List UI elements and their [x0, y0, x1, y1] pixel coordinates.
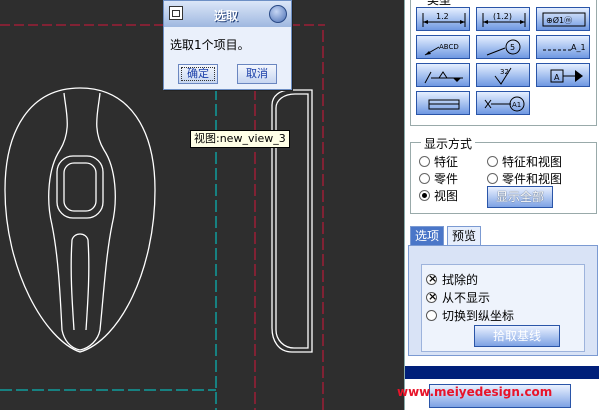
ok-button[interactable]: 确定 [178, 64, 218, 84]
svg-text:A1: A1 [512, 101, 521, 109]
datum-feature-icon: A [550, 69, 583, 83]
show-all-button[interactable]: 显示全部 [487, 186, 553, 208]
geometric-tolerance-icon: ⊕Ø1ⓜ [542, 12, 586, 27]
datum-target-icon: A1 [484, 96, 525, 112]
view-tooltip: 视图:new_view_3 [190, 130, 290, 148]
ordinate-dimension-button[interactable]: 1.2 [416, 7, 470, 31]
svg-text:ABCD: ABCD [439, 43, 459, 51]
option-never-shown[interactable]: 从不显示 [426, 289, 490, 306]
svg-text:1.2: 1.2 [436, 12, 449, 21]
front-view-geometry [4, 87, 156, 353]
option-erased-label: 拭除的 [442, 273, 479, 287]
close-icon[interactable] [269, 5, 287, 23]
ordinate-dimension-icon: 1.2 [422, 12, 466, 27]
reference-dimension-icon: (1.2) [482, 12, 526, 27]
radio-view-label: 视图 [434, 189, 459, 203]
show-annotations-panel: 类型 1.2 (1.2) ⊕Ø1ⓜ ABCD 5 A_1 32 A A1 显示方… [397, 0, 599, 410]
display-mode-title: 显示方式 [421, 135, 476, 152]
dialog-window-icon [169, 6, 183, 20]
datum-feature-button[interactable]: A [536, 63, 590, 87]
cancel-button[interactable]: 取消 [237, 64, 277, 84]
cosmetic-feature-button[interactable] [416, 91, 470, 115]
surface-finish-icon: 32 [494, 67, 512, 85]
datum-axis-icon: A_1 [543, 43, 586, 52]
radio-feature-and-view-indicator[interactable] [487, 156, 498, 167]
option-erased-check[interactable] [426, 272, 437, 285]
svg-text:A_1: A_1 [571, 43, 586, 52]
svg-text:5: 5 [510, 43, 515, 52]
radio-feature-indicator[interactable] [419, 156, 430, 167]
option-switch-ordinate-label: 切换到纵坐标 [442, 309, 515, 323]
radio-part-and-view-label: 零件和视图 [502, 172, 563, 186]
radio-part-and-view[interactable]: 零件和视图 [487, 170, 562, 187]
pick-baseline-button[interactable]: 拾取基线 [474, 325, 560, 347]
radio-part-and-view-indicator[interactable] [487, 173, 498, 184]
type-group: 类型 1.2 (1.2) ⊕Ø1ⓜ ABCD 5 A_1 32 A A1 [410, 0, 597, 126]
radio-part-label: 零件 [434, 172, 459, 186]
reference-dimension-button[interactable]: (1.2) [476, 7, 530, 31]
dialog-message: 选取1个项目。 [170, 38, 250, 52]
balloon-icon: 5 [486, 39, 521, 56]
radio-feature-and-view[interactable]: 特征和视图 [487, 153, 562, 170]
datum-axis-button[interactable]: A_1 [536, 35, 590, 59]
svg-text:(1.2): (1.2) [493, 12, 512, 21]
radio-view[interactable]: 视图 [419, 187, 458, 204]
radio-part[interactable]: 零件 [419, 170, 458, 187]
options-tab-content: 拭除的 从不显示 切换到纵坐标 拾取基线 [408, 245, 598, 356]
dialog-title: 选取 [214, 9, 239, 23]
option-never-shown-label: 从不显示 [442, 291, 491, 305]
select-dialog[interactable]: 选取 选取1个项目。 确定 取消 [163, 0, 292, 90]
status-bar [405, 366, 599, 379]
note-leader-icon: ABCD [424, 43, 459, 56]
option-never-shown-check[interactable] [426, 290, 437, 303]
cosmetic-feature-icon [428, 99, 460, 110]
radio-part-indicator[interactable] [419, 173, 430, 184]
tab-preview[interactable]: 预览 [447, 226, 482, 246]
radio-view-indicator[interactable] [419, 190, 430, 201]
svg-text:32: 32 [500, 68, 509, 76]
surface-finish-button[interactable]: 32 [476, 63, 530, 87]
weld-symbol-button[interactable] [416, 63, 470, 87]
note-leader-button[interactable]: ABCD [416, 35, 470, 59]
options-tabs: 选项 预览 拭除的 从不显示 切换到纵坐标 拾取基线 [408, 226, 598, 356]
geometric-tolerance-button[interactable]: ⊕Ø1ⓜ [536, 7, 590, 31]
radio-feature[interactable]: 特征 [419, 153, 458, 170]
option-erased[interactable]: 拭除的 [426, 271, 478, 288]
watermark-text: www.meiyedesign.com [397, 385, 553, 399]
datum-target-button[interactable]: A1 [476, 91, 530, 115]
display-mode-group: 显示方式 特征 特征和视图 零件 零件和视图 视图 显示全部 [410, 135, 597, 214]
radio-feature-label: 特征 [434, 155, 459, 169]
dialog-title-bar[interactable]: 选取 [164, 1, 291, 27]
balloon-button[interactable]: 5 [476, 35, 530, 59]
radio-feature-and-view-label: 特征和视图 [502, 155, 563, 169]
options-box: 拭除的 从不显示 切换到纵坐标 拾取基线 [421, 264, 585, 352]
svg-text:⊕Ø1ⓜ: ⊕Ø1ⓜ [546, 15, 572, 25]
option-switch-ordinate[interactable]: 切换到纵坐标 [426, 307, 514, 324]
tab-options[interactable]: 选项 [410, 226, 445, 246]
weld-icon [424, 71, 463, 84]
svg-text:A: A [554, 73, 560, 82]
option-switch-ordinate-check[interactable] [426, 310, 437, 321]
